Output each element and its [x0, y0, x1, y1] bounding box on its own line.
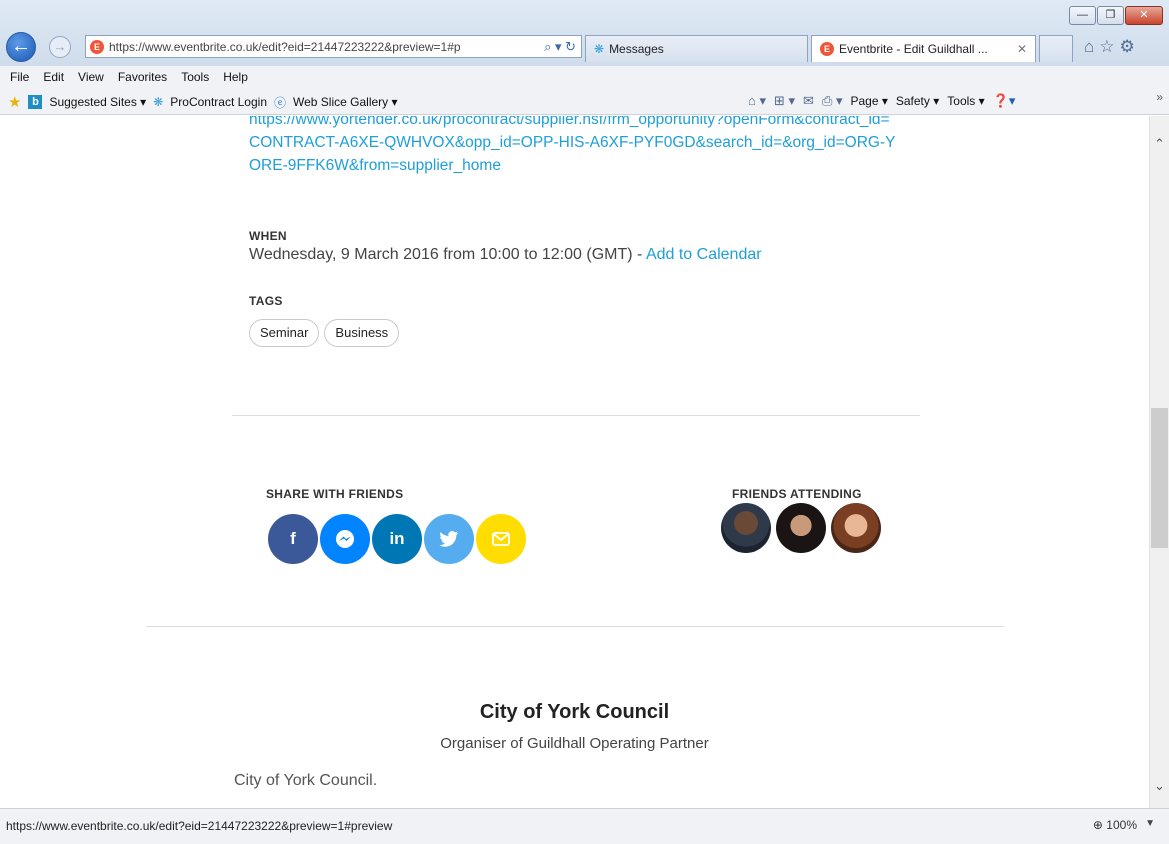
home-icon[interactable]: ⌂ ▾ — [748, 93, 766, 109]
tag-list: Seminar Business — [249, 319, 400, 347]
zoom-dropdown-icon[interactable]: ▼ — [1145, 818, 1155, 829]
cmd-page[interactable]: Page ▾ — [850, 94, 887, 108]
datetime-text: Wednesday, 9 March 2016 from 10:00 to 12… — [249, 246, 646, 263]
menu-edit[interactable]: Edit — [43, 70, 64, 84]
tab-eventbrite[interactable]: E Eventbrite - Edit Guildhall ... ✕ — [811, 35, 1036, 62]
tag-seminar[interactable]: Seminar — [249, 319, 320, 347]
restore-button[interactable]: ❐ — [1097, 6, 1124, 25]
favorites-star-icon[interactable]: ☆ — [1099, 37, 1119, 56]
window-controls: — ❐ ✕ — [1069, 6, 1163, 25]
mail-icon[interactable]: ✉ — [803, 93, 814, 109]
tab-messages[interactable]: ❋ Messages — [585, 35, 808, 62]
home-icon[interactable]: ⌂ — [1084, 37, 1099, 56]
friends-avatars — [721, 503, 881, 553]
browser-tool-icons: ⌂☆⚙ — [1084, 37, 1140, 57]
linkedin-share-button[interactable]: in — [372, 514, 422, 564]
organiser-subtitle: Organiser of Guildhall Operating Partner — [440, 735, 709, 752]
status-bar: https://www.eventbrite.co.uk/edit?eid=21… — [0, 808, 1169, 844]
tag-business[interactable]: Business — [324, 319, 400, 347]
menu-file[interactable]: File — [10, 70, 29, 84]
vertical-scrollbar[interactable]: ⌃ ⌄ — [1149, 116, 1169, 808]
share-buttons: f in — [268, 514, 526, 564]
minimize-button[interactable]: — — [1069, 6, 1096, 25]
messenger-share-button[interactable] — [320, 514, 370, 564]
tab-label: Messages — [609, 42, 664, 56]
friend-avatar[interactable] — [721, 503, 771, 553]
menu-favorites[interactable]: Favorites — [118, 70, 167, 84]
messenger-icon — [336, 530, 354, 548]
zoom-level[interactable]: ⊕ 100% — [1093, 818, 1137, 832]
when-label: WHEN — [249, 229, 287, 243]
eventbrite-favicon-icon: E — [90, 39, 104, 54]
linkedin-icon: in — [389, 529, 405, 548]
email-icon — [492, 532, 510, 546]
divider — [146, 626, 1004, 627]
help-icon[interactable]: ❓▾ — [993, 93, 1016, 109]
search-refresh-icons[interactable]: ⌕ ▾ ↻ — [544, 39, 581, 55]
back-button[interactable]: ← — [6, 32, 36, 62]
cmd-safety[interactable]: Safety ▾ — [896, 94, 939, 108]
ie-page-icon: ⓔ — [274, 95, 287, 110]
rss-feed-icon[interactable]: ⊞ ▾ — [774, 93, 795, 109]
scroll-up-icon[interactable]: ⌃ — [1154, 136, 1165, 152]
email-share-button[interactable] — [476, 514, 526, 564]
tags-label: TAGS — [249, 294, 283, 308]
fav-web-slice-gallery[interactable]: Web Slice Gallery ▾ — [293, 95, 398, 109]
address-url[interactable]: https://www.eventbrite.co.uk/edit?eid=21… — [109, 40, 544, 54]
zoom-value: 100% — [1106, 818, 1137, 832]
address-bar[interactable]: E https://www.eventbrite.co.uk/edit?eid=… — [85, 35, 582, 58]
twitter-icon — [439, 531, 458, 547]
print-icon[interactable]: ⎙ ▾ — [822, 93, 843, 109]
menu-view[interactable]: View — [78, 70, 104, 84]
share-label: SHARE WITH FRIENDS — [266, 487, 404, 501]
friend-avatar[interactable] — [831, 503, 881, 553]
forward-button[interactable]: → — [49, 36, 71, 58]
menu-help[interactable]: Help — [223, 70, 248, 84]
menu-bar: File Edit View Favorites Tools Help — [0, 66, 1169, 88]
favorites-star-icon[interactable]: ★ — [8, 93, 21, 111]
divider — [232, 415, 920, 416]
favorites-bar: ★ b Suggested Sites ▾ ❋ ProContract Logi… — [0, 88, 1169, 115]
fav-procontract-login[interactable]: ProContract Login — [170, 95, 267, 109]
eventbrite-tab-favicon-icon: E — [820, 42, 834, 56]
tab-close-icon[interactable]: ✕ — [1017, 42, 1027, 56]
scrollbar-thumb[interactable] — [1151, 408, 1168, 548]
chevron-more-icon[interactable]: » — [1156, 90, 1163, 104]
friend-avatar[interactable] — [776, 503, 826, 553]
friends-attending-label: FRIENDS ATTENDING — [732, 487, 862, 501]
close-button[interactable]: ✕ — [1125, 6, 1163, 25]
menu-tools[interactable]: Tools — [181, 70, 209, 84]
procontract-link[interactable]: https://www.yortender.co.uk/procontract/… — [249, 116, 899, 177]
gear-icon[interactable]: ⚙ — [1120, 37, 1140, 56]
scroll-down-icon[interactable]: ⌄ — [1154, 778, 1165, 794]
facebook-icon: f — [290, 529, 296, 548]
organiser-description: City of York Council. — [234, 772, 378, 789]
cmd-tools[interactable]: Tools ▾ — [947, 94, 984, 108]
bing-icon: b — [28, 95, 43, 109]
add-to-calendar-link[interactable]: Add to Calendar — [646, 246, 762, 263]
organiser-name: City of York Council — [479, 701, 670, 723]
fav-suggested-sites[interactable]: Suggested Sites ▾ — [49, 95, 146, 109]
twitter-share-button[interactable] — [424, 514, 474, 564]
facebook-share-button[interactable]: f — [268, 514, 318, 564]
status-url: https://www.eventbrite.co.uk/edit?eid=21… — [6, 819, 393, 833]
messages-favicon-icon: ❋ — [594, 42, 605, 56]
browser-titlebar: — ❐ ✕ ← → E https://www.eventbrite.co.uk… — [0, 0, 1169, 66]
event-datetime: Wednesday, 9 March 2016 from 10:00 to 12… — [249, 246, 762, 264]
new-tab-button[interactable] — [1039, 35, 1073, 62]
page-content: https://www.yortender.co.uk/procontract/… — [0, 116, 1149, 808]
procontract-icon: ❋ — [153, 95, 164, 109]
tab-label: Eventbrite - Edit Guildhall ... — [839, 42, 988, 56]
